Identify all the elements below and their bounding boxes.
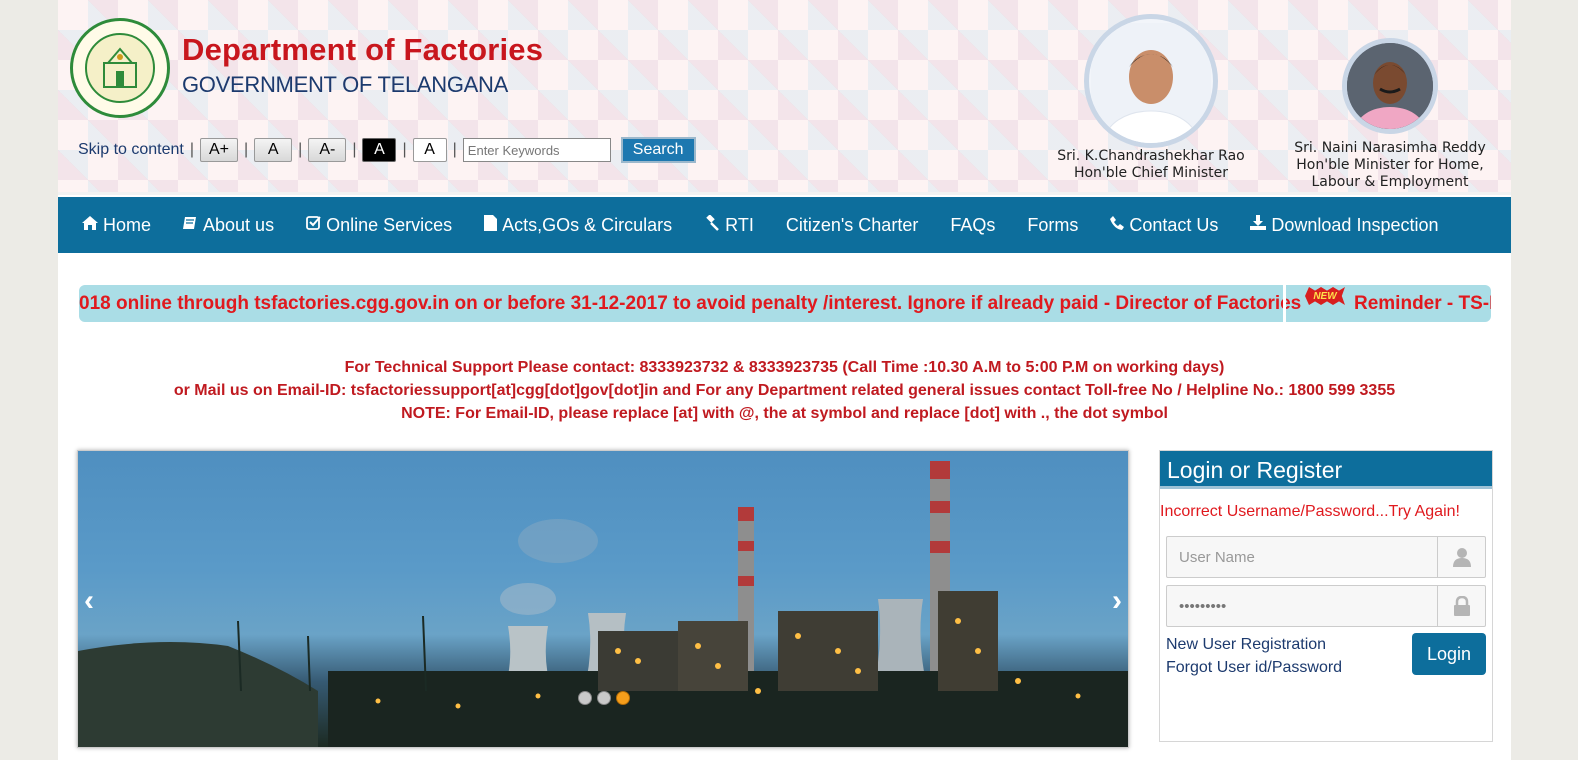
nav-faqs[interactable]: FAQs <box>950 215 995 236</box>
chief-minister-role: Hon'ble Chief Minister <box>1073 165 1229 181</box>
normal-contrast-button[interactable]: A <box>412 138 447 162</box>
book-icon <box>183 216 198 235</box>
accessibility-toolbar: Skip to content | A+ | A | A- | A | A | … <box>78 136 696 164</box>
page: Department of Factories GOVERNMENT OF TE… <box>58 0 1511 760</box>
separator: | <box>452 141 457 158</box>
main-navigation: Home About us Online Services Acts,GOs &… <box>58 197 1511 253</box>
separator: | <box>298 141 303 158</box>
gavel-icon <box>704 213 720 236</box>
support-notice: For Technical Support Please contact: 83… <box>58 356 1511 425</box>
nav-download-inspection-label: Download Inspection <box>1271 214 1439 235</box>
download-icon <box>1250 215 1267 235</box>
separator: | <box>352 141 357 158</box>
carousel-dot-2[interactable] <box>597 691 611 705</box>
new-badge-icon: NEW <box>1305 287 1345 305</box>
nav-faqs-label: FAQs <box>950 214 996 235</box>
chief-minister-photo <box>1084 14 1218 148</box>
separator: | <box>244 141 249 158</box>
font-normal-button[interactable]: A <box>254 138 293 162</box>
nav-home-label: Home <box>103 214 152 235</box>
ticker-reminder: Reminder - TS-F <box>1354 293 1491 314</box>
login-error-message: Incorrect Username/Password...Try Again! <box>1160 503 1460 520</box>
nav-citizens-charter-label: Citizen's Charter <box>785 214 919 235</box>
password-input[interactable] <box>1167 586 1435 626</box>
nav-forms-label: Forms <box>1027 214 1079 235</box>
carousel-prev-button[interactable]: ‹ <box>84 584 94 618</box>
forgot-password-link[interactable]: Forgot User id/Password <box>1166 659 1342 677</box>
support-notice-line3: NOTE: For Email-ID, please replace [at] … <box>401 405 1168 422</box>
separator: | <box>402 141 407 158</box>
nav-rti[interactable]: RTI <box>704 213 754 236</box>
ticker-divider <box>1283 285 1286 322</box>
ticker-message: 018 online through tsfactories.cgg.gov.i… <box>79 293 1302 314</box>
nav-download-inspection[interactable]: Download Inspection <box>1250 214 1439 236</box>
nav-home[interactable]: Home <box>82 215 151 236</box>
site-header: Department of Factories GOVERNMENT OF TE… <box>58 0 1511 195</box>
nav-contact-us[interactable]: Contact Us <box>1110 215 1218 236</box>
nav-citizens-charter[interactable]: Citizen's Charter <box>786 215 918 236</box>
home-minister-photo <box>1342 38 1438 134</box>
chief-minister-profile: Sri. K.Chandrashekhar Rao Hon'ble Chief … <box>1046 14 1256 182</box>
nav-rti-label: RTI <box>725 214 754 235</box>
user-icon <box>1437 537 1485 577</box>
image-carousel: ‹ › <box>77 450 1129 748</box>
password-field-wrapper <box>1166 585 1486 627</box>
keyword-search-input[interactable] <box>462 138 611 162</box>
nav-contact-us-label: Contact Us <box>1129 214 1219 235</box>
check-square-icon <box>306 215 321 235</box>
telangana-emblem-logo[interactable] <box>70 18 170 118</box>
phone-icon <box>1110 215 1125 235</box>
home-minister-role-line2: Labour & Employment <box>1311 174 1469 190</box>
news-ticker[interactable]: 018 online through tsfactories.cgg.gov.i… <box>79 285 1491 322</box>
skip-to-content-link[interactable]: Skip to content <box>78 141 184 159</box>
carousel-dot-3-active[interactable] <box>616 691 630 705</box>
high-contrast-button[interactable]: A <box>362 138 397 162</box>
home-minister-name: Sri. Naini Narasimha Reddy <box>1294 140 1486 156</box>
username-input[interactable] <box>1167 537 1435 577</box>
carousel-indicators <box>578 691 630 705</box>
home-minister-profile: Sri. Naini Narasimha Reddy Hon'ble Minis… <box>1286 38 1494 191</box>
login-button[interactable]: Login <box>1412 633 1486 675</box>
nav-acts-label: Acts,GOs & Circulars <box>502 214 673 235</box>
font-increase-button[interactable]: A+ <box>200 138 239 162</box>
username-field-wrapper <box>1166 536 1486 578</box>
search-button[interactable]: Search <box>620 137 696 163</box>
home-icon <box>82 215 98 235</box>
home-minister-role-line1: Hon'ble Minister for Home, <box>1296 157 1484 173</box>
font-decrease-button[interactable]: A- <box>308 138 347 162</box>
new-user-registration-link[interactable]: New User Registration <box>1166 636 1326 654</box>
nav-online-services-label: Online Services <box>326 214 453 235</box>
chief-minister-name: Sri. K.Chandrashekhar Rao <box>1057 148 1245 164</box>
lock-icon <box>1437 586 1485 626</box>
carousel-next-button[interactable]: › <box>1112 584 1122 618</box>
support-notice-line1: For Technical Support Please contact: 83… <box>344 359 1225 376</box>
file-icon <box>484 214 498 236</box>
nav-acts-gos-circulars[interactable]: Acts,GOs & Circulars <box>484 214 673 236</box>
government-subtitle: GOVERNMENT OF TELANGANA <box>182 72 509 97</box>
carousel-dot-1[interactable] <box>578 691 592 705</box>
login-panel: Login or Register Incorrect Username/Pas… <box>1159 450 1493 742</box>
separator: | <box>189 141 194 158</box>
support-notice-line2: or Mail us on Email-ID: tsfactoriessuppo… <box>173 382 1396 399</box>
nav-online-services[interactable]: Online Services <box>306 215 452 236</box>
department-title: Department of Factories <box>182 32 544 67</box>
nav-about-us[interactable]: About us <box>183 215 274 236</box>
nav-forms[interactable]: Forms <box>1027 215 1078 236</box>
nav-about-us-label: About us <box>203 214 275 235</box>
login-panel-title: Login or Register <box>1160 451 1492 489</box>
